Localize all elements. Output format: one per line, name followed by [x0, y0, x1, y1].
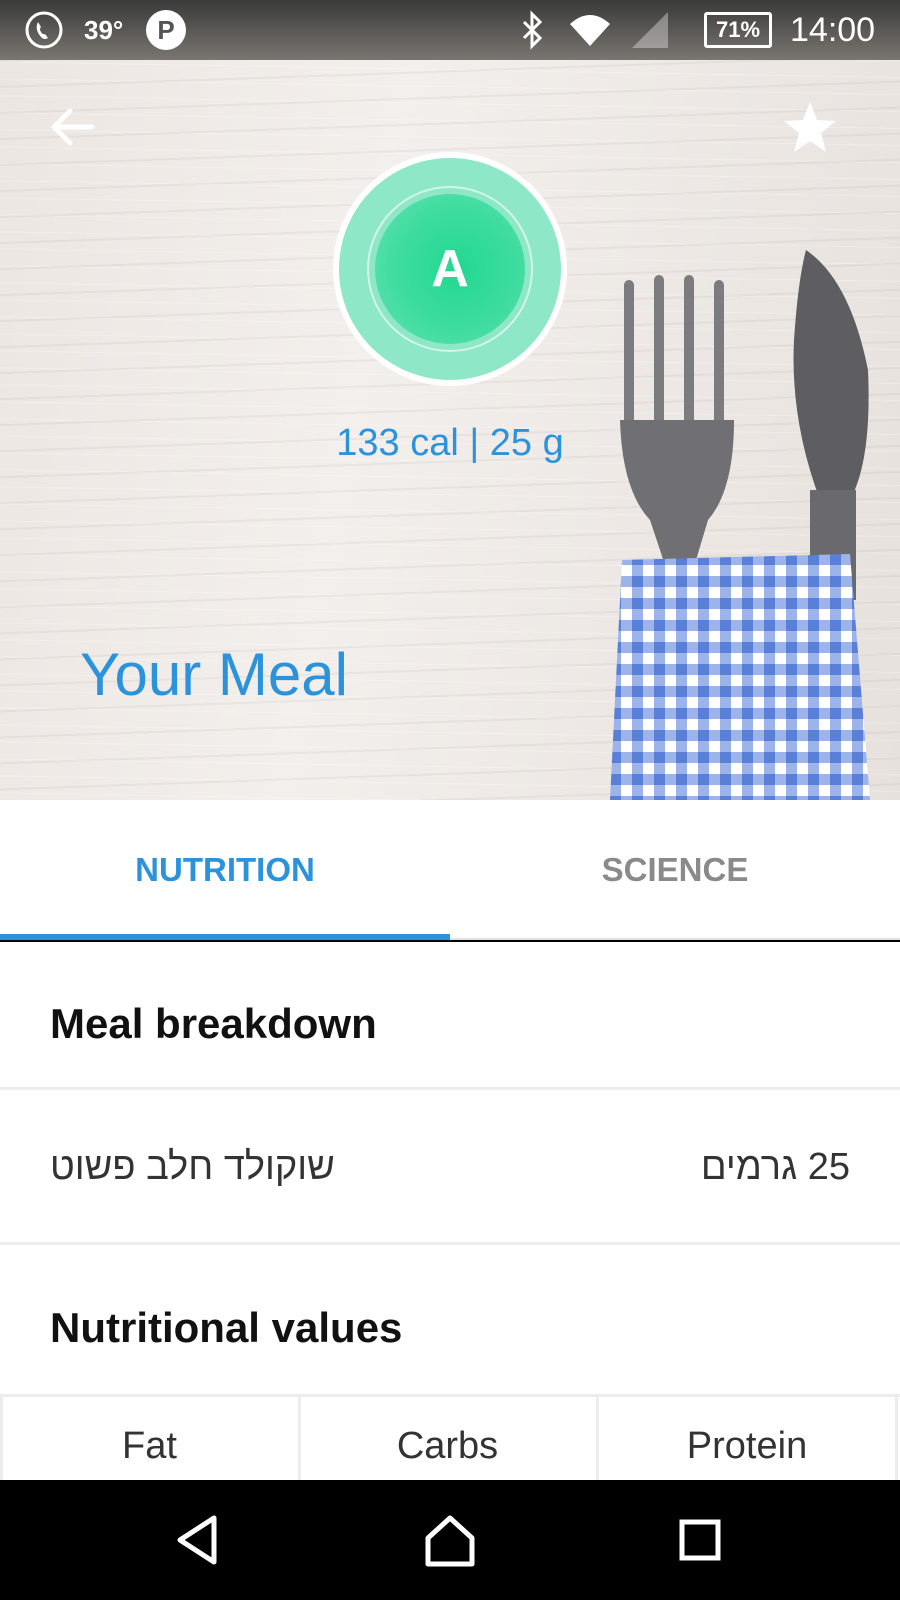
divider — [0, 1087, 900, 1090]
page-title: Your Meal — [80, 641, 348, 708]
divider — [0, 1242, 900, 1245]
back-triangle-icon — [177, 1515, 217, 1565]
meal-header: A 133 cal | 25 g Your Meal — [0, 60, 900, 800]
tab-bar: NUTRITION SCIENCE — [0, 800, 900, 940]
recents-icon — [679, 1519, 721, 1561]
nutritional-values-title: Nutritional values — [50, 1304, 403, 1351]
temperature-text: 39° — [84, 14, 124, 45]
wifi-icon — [568, 0, 612, 60]
grade-inner-ring: A — [367, 186, 533, 352]
battery-level: 71% — [704, 12, 772, 48]
tab-nutrition[interactable]: NUTRITION — [0, 800, 450, 940]
nav-home-button[interactable] — [410, 1500, 490, 1580]
nav-recents-button[interactable] — [660, 1500, 740, 1580]
meal-summary: 133 cal | 25 g — [336, 422, 564, 464]
nutrient-carbs: Carbs — [298, 1397, 594, 1480]
system-nav-bar — [0, 1480, 900, 1600]
parking-badge: P — [146, 10, 186, 50]
clock: 14:00 — [790, 10, 876, 49]
nav-back-button[interactable] — [160, 1500, 240, 1580]
bluetooth-icon — [518, 0, 548, 60]
parking-icon: P — [146, 0, 186, 60]
fork-knife-illustration — [610, 250, 870, 800]
breakdown-item-name[interactable]: שוקולד חלב פשוט — [50, 1146, 335, 1189]
nutrition-content: Meal breakdown שוקולד חלב פשוט 25 גרמים … — [0, 942, 900, 1480]
active-tab-indicator — [0, 934, 450, 940]
signal-icon — [630, 0, 670, 60]
grade-outer-ring: A — [339, 158, 561, 380]
meal-breakdown-title: Meal breakdown — [50, 1000, 377, 1047]
back-button[interactable] — [44, 102, 104, 152]
breakdown-item-amount[interactable]: 25 גרמים — [701, 1146, 850, 1189]
nutrient-protein: Protein — [596, 1397, 898, 1480]
back-arrow-icon — [51, 108, 95, 146]
home-icon — [425, 1515, 475, 1567]
call-icon — [24, 0, 64, 60]
status-bar: 39° P 71% 14:00 — [0, 0, 900, 60]
grade-letter: A — [375, 194, 525, 344]
favorite-button[interactable] — [780, 98, 840, 158]
grade-badge: A — [333, 152, 567, 386]
tab-science[interactable]: SCIENCE — [450, 800, 900, 940]
nutrient-fat: Fat — [0, 1397, 296, 1480]
star-icon — [784, 102, 836, 152]
battery-icon: 71% — [704, 0, 772, 60]
